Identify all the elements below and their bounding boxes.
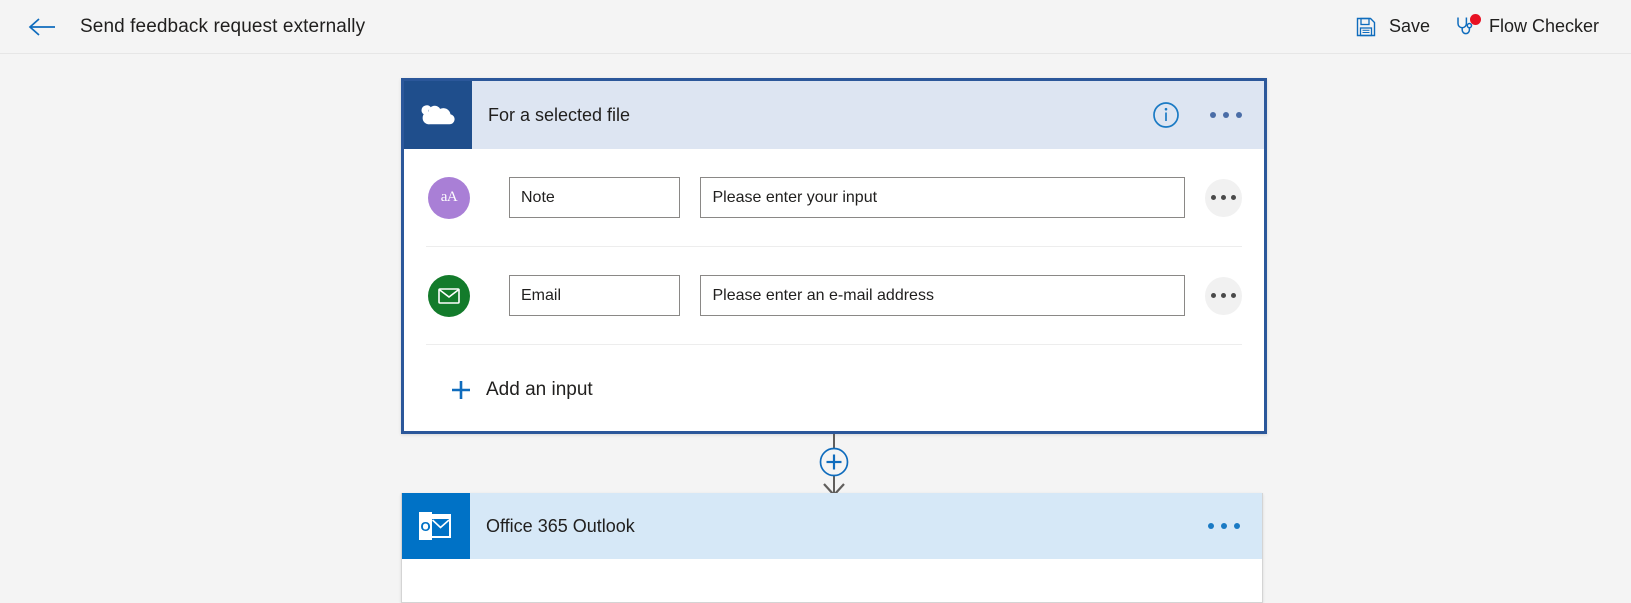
- action-card-header[interactable]: O Office 365 Outlook: [402, 493, 1262, 559]
- input-name-field[interactable]: Email: [509, 275, 680, 316]
- trigger-card-body: aA Note Please enter your input: [404, 149, 1264, 435]
- stethoscope-icon: [1454, 15, 1478, 39]
- trigger-card-header-actions: [1152, 101, 1244, 129]
- outlook-icon: O: [402, 493, 470, 559]
- ellipsis-dot: [1211, 293, 1216, 298]
- arrow-left-icon: [27, 16, 57, 38]
- input-type-glyph: aA: [441, 190, 458, 205]
- ellipsis-dot: [1231, 293, 1236, 298]
- ellipsis-dot: [1221, 195, 1226, 200]
- ellipsis-icon: [1211, 293, 1236, 298]
- back-button[interactable]: [20, 7, 64, 47]
- ellipsis-dot: [1223, 112, 1229, 118]
- action-card-outlook[interactable]: O Office 365 Outlook: [401, 493, 1263, 603]
- action-card-body: [402, 559, 1262, 602]
- input-name-field[interactable]: Note: [509, 177, 680, 218]
- trigger-card-header[interactable]: For a selected file: [404, 81, 1264, 149]
- ellipsis-dot: [1231, 195, 1236, 200]
- plus-icon: [450, 379, 472, 401]
- action-card-more-button[interactable]: [1206, 517, 1242, 535]
- flow-canvas: For a selected file: [0, 54, 1631, 603]
- ellipsis-dot: [1236, 112, 1242, 118]
- page-title: Send feedback request externally: [80, 16, 365, 38]
- ellipsis-dot: [1208, 523, 1214, 529]
- input-row: Email Please enter an e-mail address: [426, 247, 1242, 345]
- ellipsis-dot: [1210, 112, 1216, 118]
- svg-text:O: O: [420, 519, 430, 534]
- input-value-field[interactable]: Please enter an e-mail address: [700, 275, 1184, 316]
- add-step-button[interactable]: [819, 447, 849, 477]
- save-floppy-icon: [1354, 15, 1378, 39]
- input-row-more-button[interactable]: [1205, 277, 1242, 315]
- ellipsis-dot: [1221, 293, 1226, 298]
- action-card-title: Office 365 Outlook: [486, 516, 1206, 537]
- text-format-aa-icon: aA: [428, 177, 470, 219]
- envelope-icon: [428, 275, 470, 317]
- trigger-card-title: For a selected file: [488, 105, 1152, 126]
- info-circle-icon[interactable]: [1152, 101, 1180, 129]
- trigger-card-more-button[interactable]: [1208, 106, 1244, 124]
- ellipsis-dot: [1211, 195, 1216, 200]
- flow-checker-button-label: Flow Checker: [1489, 16, 1599, 37]
- input-row: aA Note Please enter your input: [426, 149, 1242, 247]
- onedrive-cloud-icon: [404, 81, 472, 149]
- save-button[interactable]: Save: [1344, 7, 1440, 47]
- action-card-header-actions: [1206, 517, 1242, 535]
- input-row-more-button[interactable]: [1205, 179, 1242, 217]
- save-button-label: Save: [1389, 16, 1430, 37]
- add-input-label: Add an input: [486, 379, 593, 401]
- notification-badge: [1470, 14, 1481, 25]
- plus-circle-icon: [819, 447, 849, 477]
- trigger-card[interactable]: For a selected file: [401, 78, 1267, 434]
- ellipsis-dot: [1234, 523, 1240, 529]
- top-command-bar: Send feedback request externally Save Fl…: [0, 0, 1631, 54]
- flow-checker-button[interactable]: Flow Checker: [1444, 7, 1609, 47]
- ellipsis-dot: [1221, 523, 1227, 529]
- input-value-field[interactable]: Please enter your input: [700, 177, 1184, 218]
- add-input-button[interactable]: Add an input: [426, 345, 1242, 435]
- ellipsis-icon: [1211, 195, 1236, 200]
